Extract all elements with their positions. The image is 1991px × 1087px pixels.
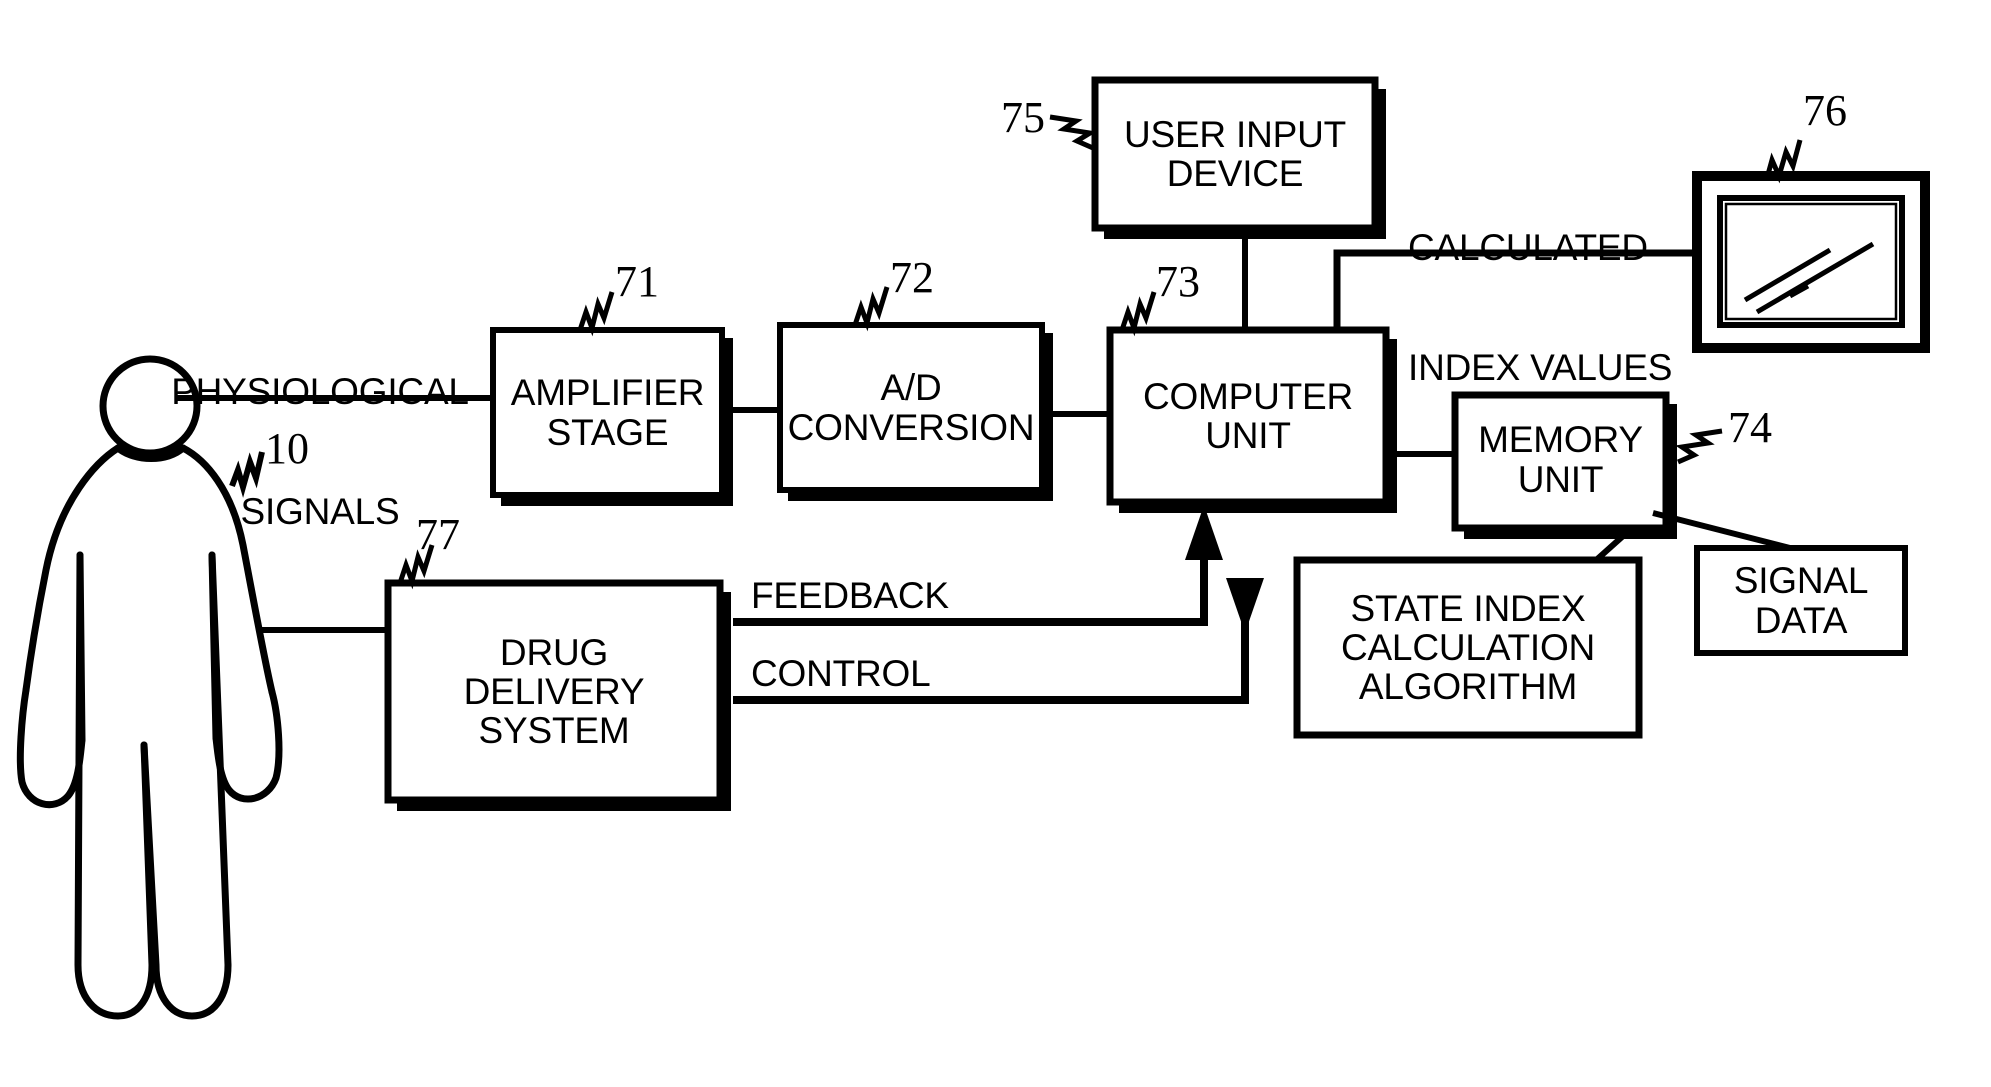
block-algorithm	[1293, 556, 1643, 739]
arrow-control-down	[1226, 578, 1264, 633]
ref-numeral-73: 73	[1156, 257, 1200, 306]
patient-torso-left	[22, 444, 122, 694]
block-signal-data	[1694, 545, 1908, 656]
physiological-signals-label: PHYSIOLOGICAL SIGNALS	[155, 292, 485, 612]
block-user-input-device	[1091, 76, 1386, 239]
feedback-label: FEEDBACK	[751, 575, 949, 616]
ref-numeral-10: 10	[265, 424, 309, 473]
physiological-signals-line1: PHYSIOLOGICAL	[171, 370, 469, 412]
calculated-index-values-label: CALCULATED INDEX VALUES	[1408, 148, 1698, 468]
block-adc	[777, 322, 1053, 501]
patient-left-leg	[74, 551, 156, 1020]
ref-numeral-71: 71	[615, 257, 659, 306]
ref-numeral-77: 77	[416, 510, 460, 559]
figure-canvas: AMPLIFIER STAGE A/D CONVERSION COMPUTER …	[0, 0, 1991, 1087]
patient-right-leg-outer	[208, 551, 232, 969]
patient-left-arm	[16, 686, 86, 809]
ref-numeral-74: 74	[1728, 403, 1772, 452]
ref-leader-73	[1119, 291, 1157, 337]
patient-right-arm	[212, 688, 283, 803]
block-drug-delivery-system	[384, 579, 731, 811]
ref-leader-75	[1049, 114, 1098, 151]
control-label: CONTROL	[751, 653, 931, 694]
arrow-feedback-up	[1185, 505, 1223, 560]
ref-numeral-76: 76	[1803, 86, 1847, 135]
ref-numeral-72: 72	[890, 253, 934, 302]
patient-right-leg-inner	[140, 741, 232, 1020]
block-display-monitor	[1692, 171, 1930, 353]
calculated-index-values-line2: INDEX VALUES	[1408, 346, 1673, 388]
calculated-index-values-line1: CALCULATED	[1408, 226, 1648, 268]
block-computer-unit	[1106, 326, 1397, 513]
block-amplifier	[490, 327, 733, 506]
ref-numeral-75: 75	[1001, 93, 1045, 142]
ref-leader-71	[577, 291, 615, 337]
ref-leader-72	[852, 286, 890, 332]
